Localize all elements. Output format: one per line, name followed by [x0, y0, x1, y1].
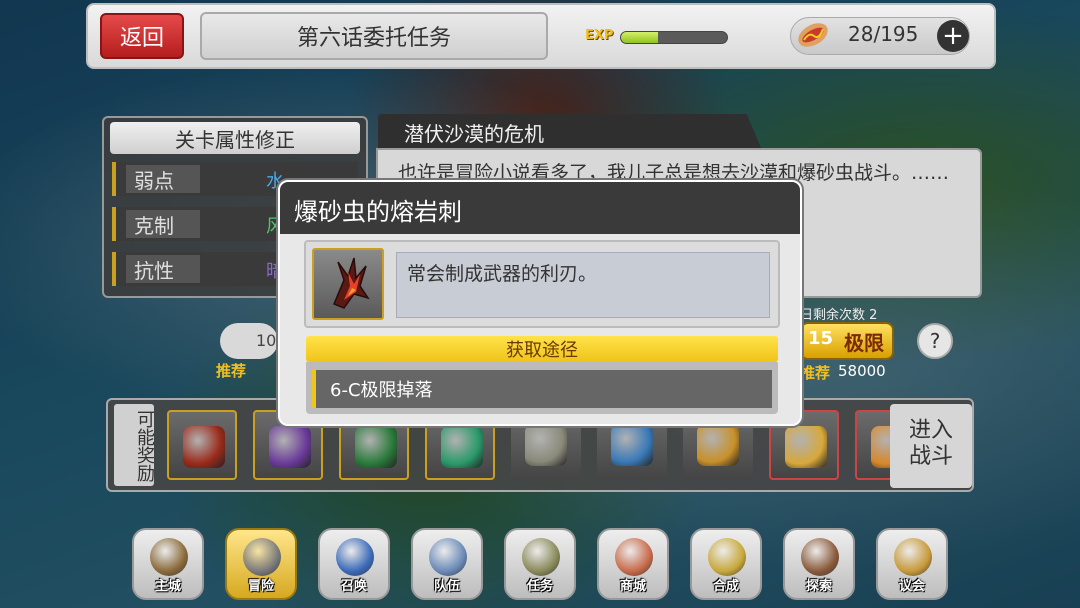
nav-label: 主城: [154, 579, 181, 594]
add-stamina-button[interactable]: +: [937, 20, 969, 52]
reward-item[interactable]: [167, 410, 237, 480]
exp-label: EXP: [585, 28, 614, 43]
help-button[interactable]: ?: [917, 323, 953, 359]
dialog-description: 常会制成武器的利刃。: [396, 252, 770, 318]
blue-crystal-icon: [611, 424, 653, 466]
item-detail-dialog: 爆砂虫的熔岩刺 常会制成武器的利刃。 获取途径 6-C极限掉落: [278, 180, 802, 426]
gold-bowl-icon: [785, 426, 827, 468]
nav-icon: [429, 538, 467, 576]
nav-label: 任务: [526, 579, 553, 594]
recommended-power-value: 58000: [838, 362, 886, 380]
reward-title: 可能奖励: [114, 404, 155, 486]
bell-icon: [525, 424, 567, 466]
nav-icon: [801, 538, 839, 576]
hotdog-icon: [798, 23, 828, 47]
nav-icon: [894, 538, 932, 576]
nav-icon: [708, 538, 746, 576]
nav-item[interactable]: 议会: [876, 528, 948, 600]
dialog-header: 爆砂虫的熔岩刺: [280, 182, 800, 234]
dialog-title: 爆砂虫的熔岩刺: [294, 198, 462, 226]
nav-item[interactable]: 队伍: [411, 528, 483, 600]
lava-spike-icon: [312, 248, 384, 320]
nav-item[interactable]: 召唤: [318, 528, 390, 600]
nav-label: 冒险: [247, 579, 274, 594]
attribute-label: 抗性: [126, 255, 200, 283]
nav-icon: [615, 538, 653, 576]
recommended-label-right: 推荐: [800, 364, 831, 382]
nav-item[interactable]: 商城: [597, 528, 669, 600]
limit-count: 15: [808, 328, 834, 349]
nav-icon: [243, 538, 281, 576]
attribute-label: 克制: [126, 210, 200, 238]
remaining-count-label: 日剩余次数 2: [800, 308, 878, 323]
recommended-stamina-value: 10: [256, 331, 277, 350]
nav-item[interactable]: 探索: [783, 528, 855, 600]
nav-icon: [150, 538, 188, 576]
exp-fill: [621, 32, 659, 43]
purple-orb-icon: [269, 426, 311, 468]
enter-battle-button[interactable]: 进入战斗: [890, 404, 972, 488]
stamina-count: 28/195: [848, 22, 919, 46]
wood-bundle-icon: [697, 424, 739, 466]
green-emblem-icon: [355, 426, 397, 468]
nav-label: 议会: [898, 579, 925, 594]
lava-spike-icon: [183, 426, 225, 468]
nav-label: 商城: [619, 579, 646, 594]
nav-item[interactable]: 主城: [132, 528, 204, 600]
nav-label: 队伍: [433, 579, 460, 594]
lava-spike-graphic: [333, 257, 370, 309]
recommended-label-left: 推荐: [216, 362, 247, 380]
exp-bar: [620, 31, 728, 44]
emerald-icon: [441, 426, 483, 468]
nav-item[interactable]: 合成: [690, 528, 762, 600]
stage-title: 第六话委托任务: [200, 12, 548, 60]
attribute-title: 关卡属性修正: [110, 122, 360, 154]
nav-label: 召唤: [340, 579, 367, 594]
story-title: 潜伏沙漠的危机: [378, 114, 762, 150]
nav-icon: [336, 538, 374, 576]
recommended-stamina-left: 10: [220, 323, 278, 359]
back-button[interactable]: 返回: [100, 13, 184, 59]
nav-item[interactable]: 任务: [504, 528, 576, 600]
source-header: 获取途径: [306, 336, 778, 362]
attribute-label: 弱点: [126, 165, 200, 193]
nav-item[interactable]: 冒险: [225, 528, 297, 600]
nav-label: 合成: [712, 579, 739, 594]
source-item[interactable]: 6-C极限掉落: [312, 370, 772, 408]
nav-label: 探索: [805, 579, 832, 594]
nav-icon: [522, 538, 560, 576]
